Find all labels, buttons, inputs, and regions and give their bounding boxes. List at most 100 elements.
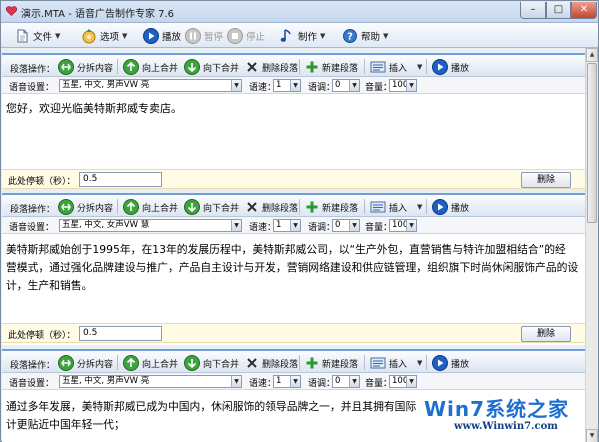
merge-down-label: 向下合并 [203,359,240,370]
merge-down-button[interactable]: 向下合并 [184,354,239,372]
split-content-button[interactable]: 分拆内容 [58,58,113,76]
stop-button[interactable]: 停止 [227,26,265,45]
merge-down-button[interactable]: 向下合并 [184,58,239,76]
file-menu-button[interactable]: 文件 ▼ [15,26,60,45]
pause-seconds-input[interactable]: 0.5 [79,172,162,187]
scrollbar-thumb[interactable] [587,63,597,223]
separator [364,59,365,74]
new-segment-button[interactable]: 新建段落 [305,58,358,76]
scroll-up-arrow-icon[interactable]: ▲ [586,48,598,62]
chevron-down-icon: ▼ [349,220,359,231]
segment-toolbar: 段落操作： 分拆内容 向上合并 向下合并 删除段落 新建段落 插入 ▼ 播放 [2,349,585,373]
voice-settings-label: 语音设置： [9,83,55,93]
split-content-button[interactable]: 分拆内容 [58,354,113,372]
delete-pause-button[interactable]: 删除 [521,172,571,188]
make-menu-button[interactable]: 制作 ▼ [279,26,325,45]
delete-segment-button[interactable]: 删除段落 [245,58,298,76]
segment-play-button[interactable]: 播放 [432,198,469,216]
split-icon [58,199,74,215]
voice-select[interactable]: 五星, 中文, 女声VW 慧 ▼ [59,219,242,232]
maximize-button[interactable]: □ [546,2,571,19]
segment-text-line: 美特斯邦威始创于1995年，在13年的发展历程中，美特斯邦威公司，以“生产外包，… [6,243,566,256]
new-segment-button[interactable]: 新建段落 [305,354,358,372]
speed-select[interactable]: 1 ▼ [273,79,301,92]
file-menu-label: 文件 [33,31,53,43]
delete-segment-label: 删除段落 [262,203,299,214]
segment-text-line: 计，生产和销售。 [6,279,93,292]
chevron-down-icon: ▼ [290,80,300,91]
voice-settings-label: 语音设置： [9,223,55,233]
arrow-up-icon [123,59,139,75]
vertical-scrollbar[interactable]: ▲ ▼ [585,48,598,442]
split-icon [58,59,74,75]
segment-play-button[interactable]: 播放 [432,354,469,372]
watermark-logo: Win7系统之家 [424,397,570,421]
separator [364,199,365,214]
tone-select[interactable]: 0 ▼ [332,79,360,92]
chevron-down-icon: ▼ [231,376,241,387]
merge-up-button[interactable]: 向上合并 [123,58,178,76]
merge-down-label: 向下合并 [203,203,240,214]
voice-settings-row: 语音设置： 五星, 中文, 男声VW 亮 ▼ 语速： 1 ▼ 语调： 0 ▼ 音… [2,373,585,390]
title-bar[interactable]: 演示.MTA - 语音广告制作专家 7.6 – □ ✕ [1,1,598,23]
voice-settings-label: 语音设置： [9,379,55,389]
delete-segment-label: 删除段落 [262,359,299,370]
help-menu-button[interactable]: ? 帮助 ▼ [343,26,388,45]
volume-select[interactable]: 100 ▼ [389,375,417,388]
tone-label: 语调： [308,379,336,389]
merge-down-button[interactable]: 向下合并 [184,198,239,216]
merge-up-button[interactable]: 向上合并 [123,354,178,372]
heart-app-icon [6,6,17,16]
delete-segment-label: 删除段落 [262,63,299,74]
volume-select[interactable]: 100 ▼ [389,219,417,232]
segment-text-area[interactable]: 美特斯邦威始创于1995年，在13年的发展历程中，美特斯邦威公司，以“生产外包，… [6,241,584,295]
segment-toolbar-label: 段落操作： [10,360,56,371]
watermark: Win7系统之家 www.Winwin7.com [418,393,598,441]
insert-menu-button[interactable]: 插入 ▼ [370,354,422,372]
options-icon [82,28,96,43]
segment-play-label: 播放 [451,63,470,74]
segment-play-button[interactable]: 播放 [432,58,469,76]
split-content-label: 分拆内容 [77,63,114,74]
new-segment-label: 新建段落 [322,203,359,214]
play-label: 播放 [162,31,182,43]
chevron-down-icon: ▼ [122,31,128,40]
merge-up-label: 向上合并 [142,203,179,214]
merge-up-button[interactable]: 向上合并 [123,198,178,216]
volume-select[interactable]: 100 ▼ [389,79,417,92]
chevron-down-icon: ▼ [417,203,423,211]
separator [299,199,300,214]
tone-select[interactable]: 0 ▼ [332,375,360,388]
close-button[interactable]: ✕ [571,2,597,19]
new-segment-button[interactable]: 新建段落 [305,198,358,216]
delete-pause-button[interactable]: 删除 [521,326,571,342]
insert-menu-button[interactable]: 插入 ▼ [370,198,422,216]
speed-select[interactable]: 1 ▼ [273,375,301,388]
voice-select[interactable]: 五星, 中文, 男声VW 亮 ▼ [59,375,242,388]
chevron-down-icon: ▼ [406,376,416,387]
tone-select[interactable]: 0 ▼ [332,219,360,232]
speed-select[interactable]: 1 ▼ [273,219,301,232]
options-menu-button[interactable]: 选项 ▼ [81,26,127,45]
insert-menu-button[interactable]: 插入 ▼ [370,58,422,76]
segment-text-area[interactable]: 您好，欢迎光临美特斯邦威专卖店。 [6,100,581,118]
minimize-button[interactable]: – [520,2,546,19]
chevron-down-icon: ▼ [406,80,416,91]
arrow-down-icon [184,355,200,371]
pause-seconds-input[interactable]: 0.5 [79,326,162,341]
split-content-button[interactable]: 分拆内容 [58,198,113,216]
split-content-label: 分拆内容 [77,203,114,214]
pause-button[interactable]: 暂停 [185,26,223,45]
chevron-down-icon: ▼ [417,359,423,367]
play-button[interactable]: 播放 [143,26,181,45]
arrow-up-icon [123,355,139,371]
delete-segment-button[interactable]: 删除段落 [245,198,298,216]
delete-segment-button[interactable]: 删除段落 [245,354,298,372]
separator [117,199,118,214]
voice-select[interactable]: 五星, 中文, 男声VW 亮 ▼ [59,79,242,92]
plus-icon [306,357,318,369]
segment-text-line: 营模式，通过强化品牌建设与推广，产品自主设计与开发，营销网络建设和供应链管理，组… [6,261,579,274]
chevron-down-icon: ▼ [383,31,389,40]
plus-icon [306,201,318,213]
segment-panel: 段落操作： 分拆内容 向上合并 向下合并 删除段落 新建段落 插入 ▼ 播放 语… [2,53,585,189]
